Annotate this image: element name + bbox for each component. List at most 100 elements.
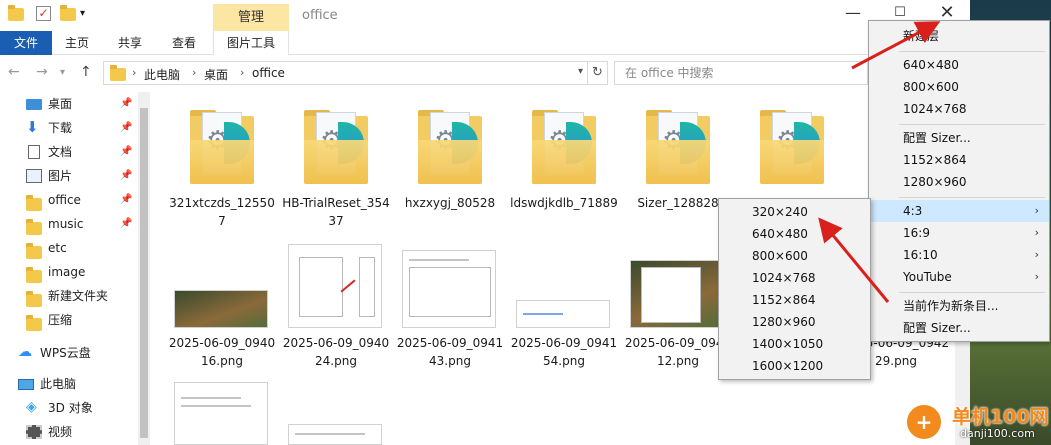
submenu-item-1280x960[interactable]: 1280×960 xyxy=(719,311,870,333)
pin-icon: 📌 xyxy=(120,218,133,229)
pin-icon: 📌 xyxy=(120,122,133,133)
breadcrumb-separator[interactable]: › xyxy=(132,66,136,79)
menu-item-label: 配置 Sizer... xyxy=(903,131,971,145)
sidebar-item-3d-objects[interactable]: ◈ 3D 对象 xyxy=(0,396,148,420)
image-thumbnail[interactable] xyxy=(288,424,382,445)
sidebar-item-label: music xyxy=(48,217,84,231)
image-thumbnail[interactable] xyxy=(174,382,268,445)
window-title: office xyxy=(302,8,338,23)
refresh-button[interactable]: ↻ xyxy=(588,61,608,85)
menu-item-label: 1280×960 xyxy=(752,315,816,329)
submenu-chevron-right-icon: › xyxy=(1034,226,1039,239)
menu-item-label: 1024×768 xyxy=(903,102,967,116)
sidebar-item-documents[interactable]: 文档 📌 xyxy=(0,140,148,164)
submenu-item-800x600[interactable]: 800×600 xyxy=(719,245,870,267)
menu-item-label: 800×600 xyxy=(752,249,808,263)
forward-arrow-icon[interactable]: → xyxy=(36,64,48,80)
file-name: 2025-06-09_094024.png xyxy=(282,336,390,368)
file-name: 2025-06-09_094154.png xyxy=(510,336,618,368)
image-file-item[interactable]: 2025-06-09_094212.png xyxy=(624,242,732,372)
breadcrumb-separator[interactable]: › xyxy=(240,66,244,79)
menu-item-label: 4:3 xyxy=(903,204,923,218)
folder-name: ldswdjkdlb_71889 xyxy=(510,196,618,210)
image-file-item[interactable]: 2025-06-09_094016.png xyxy=(168,242,276,372)
sidebar-item-office[interactable]: office 📌 xyxy=(0,188,148,212)
submenu-item-1600x1200[interactable]: 1600×1200 xyxy=(719,355,870,377)
menu-item-1280x960[interactable]: 1280×960 xyxy=(869,171,1049,193)
sidebar-item-compress[interactable]: 压缩 xyxy=(0,308,148,332)
quick-access-new-folder-icon[interactable] xyxy=(60,5,76,24)
sidebar-item-this-pc[interactable]: 此电脑 xyxy=(0,372,148,396)
sidebar-item-new-folder[interactable]: 新建文件夹 xyxy=(0,284,148,308)
menu-item-800x600[interactable]: 800×600 xyxy=(869,76,1049,98)
sidebar-item-wps-cloud[interactable]: ☁ WPS云盘 xyxy=(0,341,148,365)
submenu-item-640x480[interactable]: 640×480 xyxy=(719,223,870,245)
submenu-item-320x240[interactable]: 320×240 xyxy=(719,201,870,223)
menu-item-4-3[interactable]: 4:3 › xyxy=(869,200,1049,222)
breadcrumb-office[interactable]: office xyxy=(252,66,285,80)
breadcrumb-desktop[interactable]: 桌面 xyxy=(204,66,228,83)
submenu-item-1024x768[interactable]: 1024×768 xyxy=(719,267,870,289)
sidebar-item-label: office xyxy=(48,193,81,207)
sidebar-item-videos[interactable]: 视频 xyxy=(0,420,148,444)
menu-item-640x480[interactable]: 640×480 xyxy=(869,54,1049,76)
submenu-item-1400x1050[interactable]: 1400×1050 xyxy=(719,333,870,355)
folder-icon xyxy=(26,313,42,331)
menu-item-configure-sizer[interactable]: 配置 Sizer... xyxy=(869,127,1049,149)
menu-item-save-as-new-entry[interactable]: 当前作为新条目... xyxy=(869,295,1049,317)
back-arrow-icon[interactable]: ← xyxy=(8,64,20,80)
sidebar-item-label: 此电脑 xyxy=(40,377,77,391)
image-file-item[interactable]: 2025-06-09_094154.png xyxy=(510,242,618,372)
menu-item-16-9[interactable]: 16:9 › xyxy=(869,222,1049,244)
image-file-item[interactable]: 2025-06-09_094024.png xyxy=(282,242,390,372)
tab-share[interactable]: 共享 xyxy=(106,31,154,55)
ribbon-tabs: 文件 主页 共享 查看 图片工具 xyxy=(0,31,970,55)
menu-item-1024x768[interactable]: 1024×768 xyxy=(869,98,1049,120)
customize-toolbar-chevron-down-icon[interactable]: ▾ xyxy=(80,8,85,26)
quick-access-properties-icon[interactable]: ✓ xyxy=(36,6,52,24)
sidebar-item-music[interactable]: music 📌 xyxy=(0,212,148,236)
sidebar-scrollbar-thumb[interactable] xyxy=(140,108,148,438)
menu-item-1152x864[interactable]: 1152×864 xyxy=(869,149,1049,171)
refresh-icon: ↻ xyxy=(592,65,603,80)
sidebar-item-image[interactable]: image xyxy=(0,260,148,284)
folder-item[interactable]: ⚙ 321xtczds_125507 xyxy=(168,102,276,232)
menu-item-new-layer[interactable]: 新建层 xyxy=(869,25,1049,47)
sidebar-item-etc[interactable]: etc xyxy=(0,236,148,260)
sidebar-item-pictures[interactable]: 图片 📌 xyxy=(0,164,148,188)
sidebar-item-desktop[interactable]: 桌面 📌 xyxy=(0,92,148,116)
address-history-chevron-down-icon[interactable]: ▾ xyxy=(578,66,583,77)
menu-item-16-10[interactable]: 16:10 › xyxy=(869,244,1049,266)
tab-home[interactable]: 主页 xyxy=(52,31,102,55)
submenu-item-1152x864[interactable]: 1152×864 xyxy=(719,289,870,311)
menu-item-label: 新建层 xyxy=(903,29,940,43)
watermark-url: danji100.com xyxy=(960,427,1035,440)
image-thumbnail xyxy=(288,244,382,328)
breadcrumb-separator[interactable]: › xyxy=(192,66,196,79)
up-arrow-icon[interactable]: ↑ xyxy=(80,64,92,80)
menu-item-youtube[interactable]: YouTube › xyxy=(869,266,1049,288)
sidebar-item-downloads[interactable]: ⬇ 下载 📌 xyxy=(0,116,148,140)
menu-item-configure-sizer-2[interactable]: 配置 Sizer... xyxy=(869,317,1049,339)
sidebar-item-label: 下载 xyxy=(48,121,73,135)
tab-file[interactable]: 文件 xyxy=(0,31,52,55)
folder-item[interactable]: ⚙ ldswdjkdlb_71889 xyxy=(510,102,618,232)
folder-item[interactable]: ⚙ hxzxygj_80528 xyxy=(396,102,504,232)
folder-name: 321xtczds_125507 xyxy=(169,196,275,228)
sidebar-item-label: 新建文件夹 xyxy=(48,289,109,303)
breadcrumb-this-pc[interactable]: 此电脑 xyxy=(144,66,180,83)
folder-item[interactable]: ⚙ HB-TrialReset_35437 xyxy=(282,102,390,232)
watermark-text: 单机100网 xyxy=(952,406,1049,428)
folder-item[interactable]: ⚙ Sizer_128828 xyxy=(624,102,732,232)
manage-context-tab[interactable]: 管理 xyxy=(213,4,289,31)
search-input[interactable]: 在 office 中搜索 xyxy=(614,61,868,85)
address-bar[interactable]: › 此电脑 › 桌面 › office ▾ xyxy=(103,61,588,85)
download-icon: ⬇ xyxy=(26,118,39,136)
folder-icon: ⚙ xyxy=(760,110,824,184)
sidebar-item-label: WPS云盘 xyxy=(40,346,91,360)
recent-locations-chevron-down-icon[interactable]: ▾ xyxy=(60,67,65,78)
image-file-item[interactable]: 2025-06-09_094143.png xyxy=(396,242,504,372)
tab-picture-tools[interactable]: 图片工具 xyxy=(213,31,289,55)
tab-view[interactable]: 查看 xyxy=(160,31,208,55)
quick-access-folder-icon[interactable] xyxy=(8,5,24,24)
